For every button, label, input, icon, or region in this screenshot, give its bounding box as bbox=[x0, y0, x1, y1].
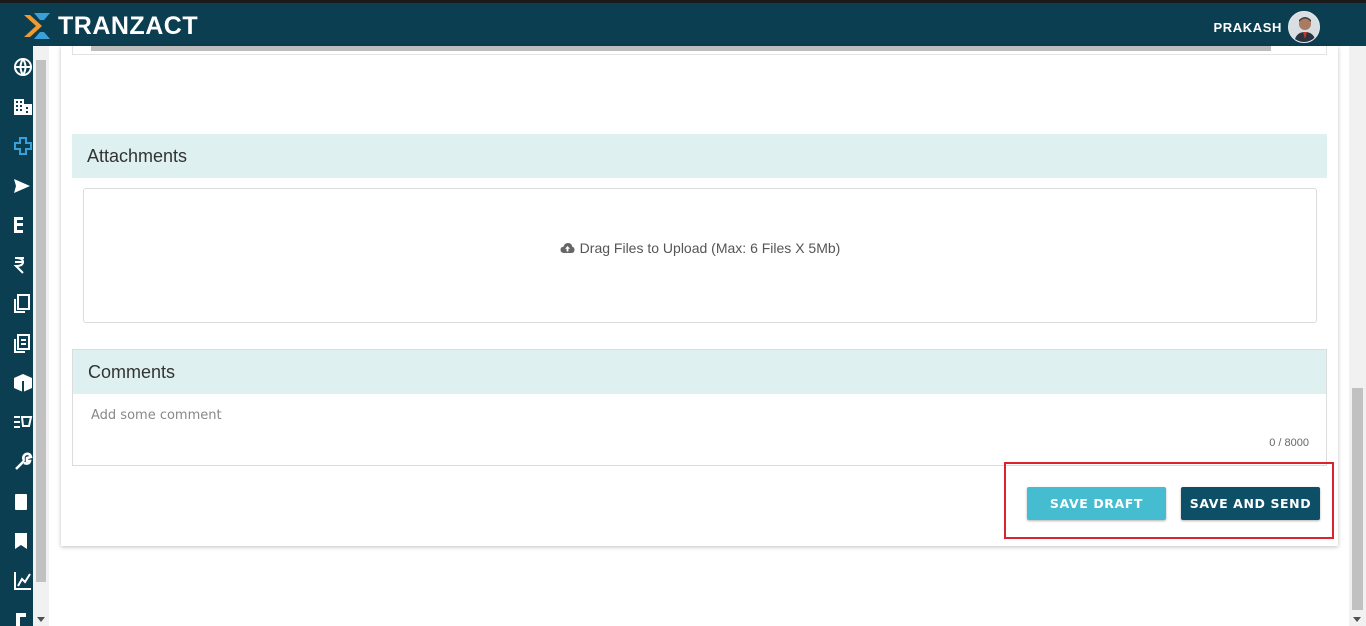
scroll-down-arrow-icon[interactable] bbox=[37, 617, 45, 622]
documents-icon[interactable] bbox=[12, 333, 34, 355]
attachments-header: Attachments bbox=[72, 134, 1327, 178]
tranzact-logo-icon bbox=[24, 13, 50, 39]
dropzone-label: Drag Files to Upload (Max: 6 Files X 5Mb… bbox=[560, 239, 841, 256]
save-and-send-button[interactable]: SAVE AND SEND bbox=[1181, 487, 1320, 520]
wrench-icon[interactable] bbox=[12, 451, 34, 473]
send-icon[interactable] bbox=[12, 175, 34, 197]
user-name: PRAKASH bbox=[1213, 19, 1282, 35]
top-bar: TRANZACT PRAKASH bbox=[0, 0, 1366, 46]
sidebar bbox=[0, 46, 33, 626]
comment-char-counter: 0 / 8000 bbox=[1269, 437, 1309, 449]
rupee-icon[interactable] bbox=[12, 254, 34, 276]
user-photo-icon bbox=[1289, 12, 1319, 42]
comment-input[interactable] bbox=[91, 408, 991, 423]
cloud-upload-icon bbox=[560, 242, 575, 253]
user-menu[interactable]: PRAKASH bbox=[1214, 11, 1320, 43]
globe-icon[interactable] bbox=[12, 56, 34, 78]
table-horizontal-scrollbar[interactable] bbox=[72, 46, 1327, 55]
dropzone-text: Drag Files to Upload (Max: 6 Files X 5Mb… bbox=[579, 239, 841, 256]
page-scrollbar[interactable] bbox=[1349, 46, 1366, 626]
file-dropzone[interactable]: Drag Files to Upload (Max: 6 Files X 5Mb… bbox=[83, 188, 1317, 323]
plus-icon[interactable] bbox=[12, 135, 34, 157]
cart-icon[interactable] bbox=[12, 412, 34, 434]
brand-name: TRANZACT bbox=[58, 11, 199, 40]
building-icon[interactable] bbox=[12, 96, 34, 118]
copy-icon[interactable] bbox=[12, 293, 34, 315]
table-scrollbar-thumb[interactable] bbox=[91, 46, 1271, 51]
chart-icon[interactable] bbox=[12, 570, 34, 592]
page-scroll-down-arrow-icon[interactable] bbox=[1353, 617, 1361, 622]
avatar[interactable] bbox=[1288, 11, 1320, 43]
bookmark-icon[interactable] bbox=[12, 530, 34, 552]
save-draft-button[interactable]: SAVE DRAFT bbox=[1027, 487, 1166, 520]
comments-section: Comments 0 / 8000 bbox=[72, 349, 1327, 466]
package-icon[interactable] bbox=[12, 372, 34, 394]
page-scrollbar-thumb[interactable] bbox=[1352, 388, 1363, 610]
book-icon[interactable] bbox=[12, 491, 34, 513]
more-icon[interactable] bbox=[12, 609, 34, 626]
sidebar-scrollbar-thumb[interactable] bbox=[36, 60, 46, 582]
sidebar-scrollbar[interactable] bbox=[33, 46, 49, 626]
list-icon[interactable] bbox=[12, 214, 34, 236]
brand-logo[interactable]: TRANZACT bbox=[20, 8, 198, 44]
comments-header: Comments bbox=[73, 350, 1326, 394]
